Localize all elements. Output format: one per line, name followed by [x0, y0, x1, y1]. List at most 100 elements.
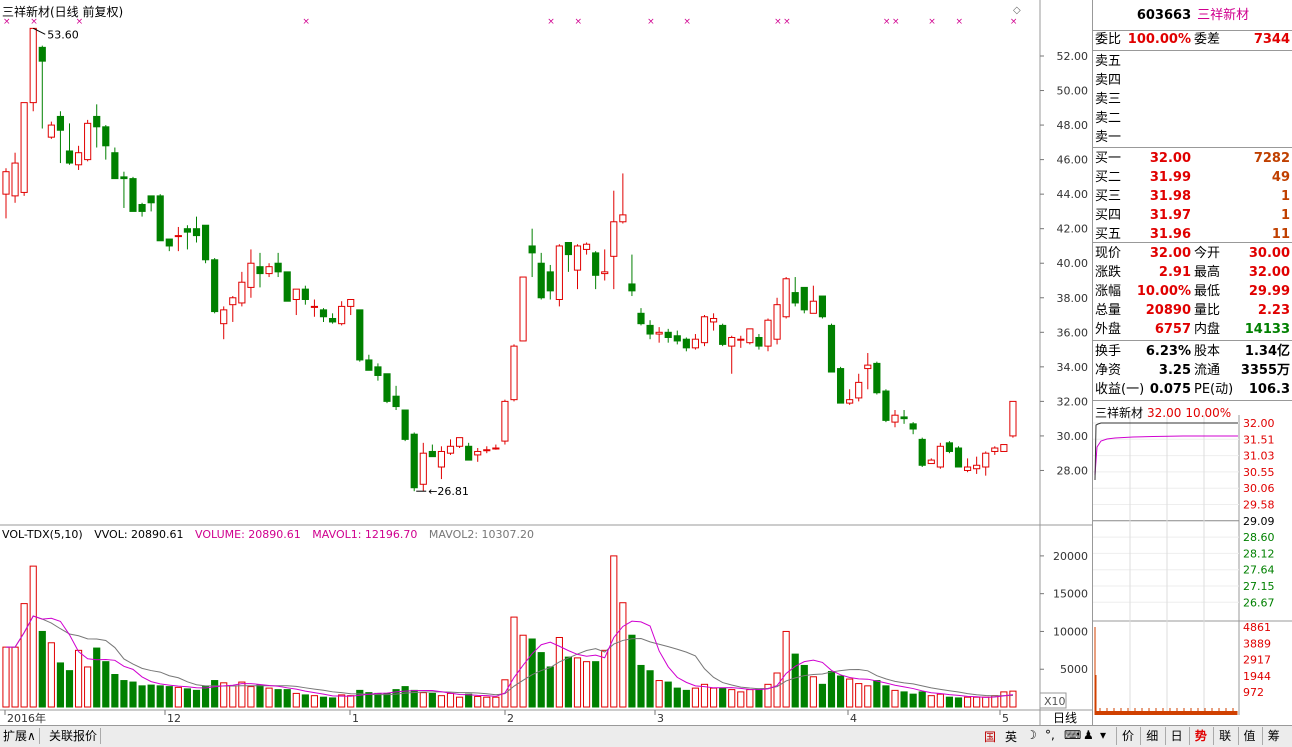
tab-3[interactable]: 势 [1188, 727, 1212, 745]
volume-bar [864, 685, 872, 708]
stat-value: 6757 [1154, 322, 1191, 337]
candle-body [74, 152, 83, 166]
fund-value: 3.25 [1158, 363, 1191, 378]
tab-4[interactable]: 联 [1213, 727, 1236, 745]
candle-body [229, 297, 237, 306]
event-marker: × [683, 17, 691, 27]
candle-body [437, 450, 446, 468]
candle-body [973, 464, 981, 470]
volume-bar [691, 687, 700, 708]
volume-bar [582, 661, 591, 708]
volume-bar [936, 693, 944, 708]
candle-body [927, 459, 935, 465]
volume-bar [1009, 690, 1017, 708]
mini-price-tick: 28.60 [1243, 531, 1275, 544]
event-marker: × [774, 17, 782, 27]
volume-tick-label: 20000 [1053, 550, 1088, 563]
vvol-value: VVOL: 20890.61 [94, 528, 184, 541]
volume-bar [673, 687, 681, 708]
candle-body [918, 438, 926, 466]
buy-price: 31.97 [1149, 208, 1191, 223]
candle-body [401, 409, 409, 440]
candle-body [165, 238, 173, 247]
intraday-chart[interactable]: 32.00 31.51 31.03 30.55 30.06 29.58 29.09 28.60… [1093, 415, 1292, 715]
candle-body [682, 338, 690, 349]
ime-moon-icon[interactable]: ☽ [1026, 728, 1037, 742]
mini-price-tick: 29.09 [1243, 515, 1275, 528]
kline-chart[interactable]: X10 52.00 50.00 48.00 46.00 44.00 42.00 40.00 38… [0, 0, 1092, 725]
fund-value-2: 3355万 [1240, 363, 1290, 378]
mini-price-tick: 30.06 [1243, 482, 1275, 495]
sell-label: 卖三 [1095, 92, 1122, 107]
tab-5[interactable]: 值 [1237, 727, 1261, 745]
x-tick-label: 2016年 [7, 711, 46, 725]
volume-bar [564, 656, 573, 708]
candle-body [709, 317, 718, 323]
candle-body [945, 442, 954, 452]
candle-body [301, 288, 309, 300]
volume-bar [102, 661, 110, 708]
candle-body [510, 345, 518, 401]
candle-body [11, 162, 19, 197]
volume-bar [301, 694, 309, 708]
ime-shirt-icon[interactable]: ▾ [1100, 728, 1106, 742]
buy-row: 买三 31.98 1 [1093, 188, 1292, 206]
volume-bar [38, 630, 46, 708]
bottom-bar: 扩展∧ 关联报价 国 英 ☽ °, ⌨ ♟ ▾ 价细日势联值筹 [0, 725, 1292, 747]
stat-row: 现价 32.00 今开 30.00 [1093, 245, 1292, 263]
ime-ying-icon[interactable]: 英 [1005, 728, 1017, 745]
event-marker: × [928, 17, 936, 27]
candle-body [138, 204, 146, 212]
volume-bar [700, 683, 709, 708]
candle-body [20, 102, 28, 193]
price-tick-label: 28.00 [1057, 464, 1089, 477]
candle-body [274, 262, 282, 273]
tab-6[interactable]: 筹 [1261, 727, 1285, 745]
mini-price-tick: 31.03 [1243, 450, 1275, 463]
stat-value-2: 29.99 [1248, 284, 1290, 299]
candle-body [410, 433, 418, 489]
volume-bar [256, 684, 264, 708]
stat-label-2: 量比 [1194, 303, 1221, 318]
candle-body [120, 176, 128, 180]
candle-body [592, 252, 600, 276]
ime-dot-icon[interactable]: °, [1045, 728, 1055, 742]
volume-bar [746, 689, 754, 708]
stat-value-2: 2.23 [1257, 303, 1290, 318]
volume-bar [982, 696, 990, 708]
volume-bar [111, 674, 119, 708]
volume-bar [537, 652, 545, 708]
tab-1[interactable]: 细 [1140, 727, 1163, 745]
ime-guo-icon[interactable]: 国 [984, 728, 996, 745]
price-tick-label: 52.00 [1057, 50, 1089, 63]
candle-body [211, 259, 219, 313]
volume-bar [383, 692, 391, 708]
event-marker: × [892, 17, 900, 27]
candle-body [419, 452, 427, 485]
mini-price-tick: 27.15 [1243, 580, 1275, 593]
ime-keyboard-icon[interactable]: ⌨ [1064, 728, 1081, 742]
tab-related-quotes[interactable]: 关联报价 [46, 728, 102, 744]
volume-bar [29, 565, 37, 708]
candle-body [238, 281, 246, 304]
tab-expand[interactable]: 扩展∧ [0, 728, 40, 744]
candle-body [519, 276, 527, 342]
sell-row: 卖一 [1093, 129, 1292, 147]
tab-0[interactable]: 价 [1116, 727, 1139, 745]
volume-bar [156, 685, 164, 708]
volume-bar [2, 646, 10, 708]
candle-body [1009, 400, 1017, 437]
volume-bar [374, 692, 382, 708]
candle-body [455, 437, 464, 447]
tab-2[interactable]: 日 [1164, 727, 1188, 745]
weibi-value: 100.00% [1127, 32, 1191, 47]
ime-user-icon[interactable]: ♟ [1083, 728, 1094, 742]
candle-body [383, 373, 391, 402]
candle-body [637, 312, 645, 325]
mini-price-tick: 29.58 [1243, 499, 1275, 512]
stat-row: 总量 20890 量比 2.23 [1093, 302, 1292, 320]
candle-body [328, 317, 337, 323]
volume-bar [945, 696, 954, 708]
volume-bar [873, 680, 881, 708]
quote-panel: 603663 三祥新材 委比 100.00% 委差 7344 卖五 卖四 卖三 卖二 卖一… [1092, 0, 1292, 725]
